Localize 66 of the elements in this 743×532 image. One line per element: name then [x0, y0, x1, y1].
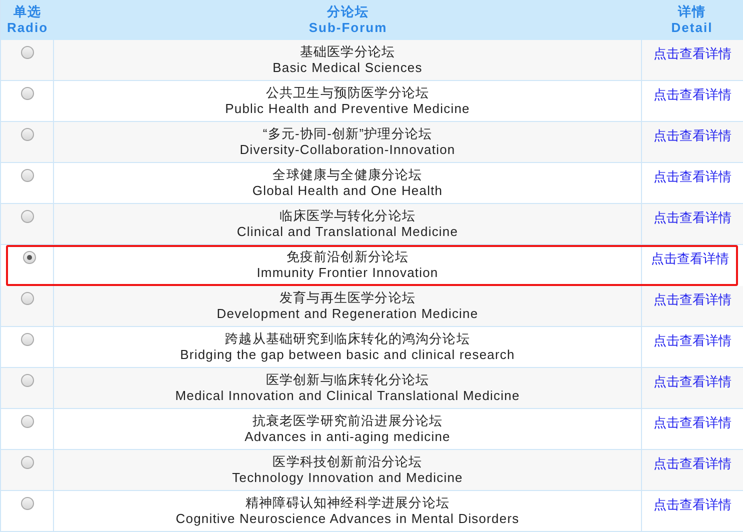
- forum-name-chinese: 发育与再生医学分论坛: [280, 290, 416, 306]
- radio-button[interactable]: [20, 456, 34, 469]
- column-heading: 单选: [14, 4, 42, 20]
- forum-name-english: Global Health and One Health: [252, 183, 443, 199]
- forum-name-chinese: 基础医学分论坛: [300, 44, 396, 60]
- table-row[interactable]: 免疫前沿创新分论坛 Immunity Frontier Innovation 点击查看详情: [6, 245, 738, 286]
- radio-button[interactable]: [20, 169, 34, 182]
- forum-name-english: Basic Medical Sciences: [272, 60, 422, 76]
- detail-link[interactable]: 点击查看详情: [654, 415, 732, 431]
- forum-name-chinese: 医学科技创新前沿分论坛: [272, 454, 422, 470]
- table-row[interactable]: 医学科技创新前沿分论坛 Technology Innovation and Medicine 点击查看详情: [1, 450, 743, 491]
- forum-name-english: Advances in anti-aging medicine: [244, 429, 450, 445]
- detail-link[interactable]: 点击查看详情: [654, 46, 732, 62]
- forum-name-chinese: 精神障碍认知神经科学进展分论坛: [246, 495, 450, 511]
- detail-link[interactable]: 点击查看详情: [654, 497, 732, 513]
- detail-link[interactable]: 点击查看详情: [654, 169, 732, 185]
- column-heading: Sub-Forum: [308, 20, 388, 36]
- radio-button[interactable]: [20, 333, 34, 346]
- radio-button[interactable]: [20, 128, 34, 141]
- table-row[interactable]: “多元-协同-创新”护理分论坛 Diversity-Collaboration-Innovation 点击查看详情: [1, 122, 743, 163]
- detail-link[interactable]: 点击查看详情: [654, 128, 732, 144]
- detail-link[interactable]: 点击查看详情: [654, 456, 732, 472]
- table-row[interactable]: 公共卫生与预防医学分论坛 Public Health and Preventive Medicine 点击查看详情: [1, 81, 743, 122]
- forum-name-chinese: 临床医学与转化分论坛: [280, 208, 416, 224]
- radio-button[interactable]: [20, 292, 34, 305]
- forum-name-chinese: 公共卫生与预防医学分论坛: [266, 85, 430, 101]
- forum-name-chinese: 抗衰老医学研究前沿进展分论坛: [252, 413, 443, 429]
- forum-name-chinese: 免疫前沿创新分论坛: [286, 249, 409, 265]
- forum-name-chinese: “多元-协同-创新”护理分论坛: [262, 126, 432, 142]
- column-heading: Detail: [671, 20, 713, 36]
- radio-button[interactable]: [20, 210, 34, 223]
- table-row[interactable]: 精神障碍认知神经科学进展分论坛 Cognitive Neuroscience Advances in Mental Disorders 点击查看详情: [1, 491, 743, 532]
- forum-name-english: Immunity Frontier Innovation: [256, 265, 438, 281]
- radio-button[interactable]: [20, 46, 34, 59]
- radio-button[interactable]: [20, 415, 34, 428]
- radio-button[interactable]: [23, 251, 36, 264]
- radio-button[interactable]: [20, 374, 34, 387]
- column-heading: 详情: [678, 4, 706, 20]
- table-row[interactable]: 抗衰老医学研究前沿进展分论坛 Advances in anti-aging medicine 点击查看详情: [1, 409, 743, 450]
- forum-name-english: Medical Innovation and Clinical Translational Medicine: [175, 388, 520, 404]
- forum-name-english: Bridging the gap between basic and clinical research: [180, 347, 515, 363]
- detail-link[interactable]: 点击查看详情: [654, 292, 732, 308]
- forum-name-english: Development and Regeneration Medicine: [216, 306, 478, 322]
- forum-name-english: Diversity-Collaboration-Innovation: [240, 142, 456, 158]
- forum-name-english: Public Health and Preventive Medicine: [225, 101, 470, 117]
- radio-button[interactable]: [20, 497, 34, 510]
- radio-button[interactable]: [20, 87, 34, 100]
- detail-link[interactable]: 点击查看详情: [654, 210, 732, 226]
- forum-name-chinese: 医学创新与临床转化分论坛: [266, 372, 430, 388]
- table-row[interactable]: 全球健康与全健康分论坛 Global Health and One Health 点击查看详情: [1, 163, 743, 204]
- forum-name-english: Clinical and Translational Medicine: [236, 224, 458, 240]
- table-row[interactable]: 医学创新与临床转化分论坛 Medical Innovation and Clinical Translational Medicine 点击查看详情: [1, 368, 743, 409]
- detail-link[interactable]: 点击查看详情: [654, 333, 732, 349]
- column-heading: Radio: [6, 20, 48, 36]
- column-heading: 分论坛: [327, 4, 369, 20]
- detail-link[interactable]: 点击查看详情: [654, 87, 732, 103]
- table-row[interactable]: 发育与再生医学分论坛 Development and Regeneration Medicine 点击查看详情: [1, 286, 743, 327]
- forum-name-chinese: 跨越从基础研究到临床转化的鸿沟分论坛: [225, 331, 470, 347]
- detail-link[interactable]: 点击查看详情: [651, 251, 729, 267]
- detail-link[interactable]: 点击查看详情: [654, 374, 732, 390]
- table-row[interactable]: 基础医学分论坛 Basic Medical Sciences 点击查看详情: [1, 40, 743, 81]
- table-row[interactable]: 跨越从基础研究到临床转化的鸿沟分论坛 Bridging the gap between basic and clinical research 点击查看详情: [1, 327, 743, 368]
- forum-name-chinese: 全球健康与全健康分论坛: [272, 167, 422, 183]
- table-row[interactable]: 临床医学与转化分论坛 Clinical and Translational Medicine 点击查看详情: [1, 204, 743, 245]
- forum-name-english: Cognitive Neuroscience Advances in Mental Disorders: [176, 511, 520, 527]
- forum-name-english: Technology Innovation and Medicine: [232, 470, 463, 486]
